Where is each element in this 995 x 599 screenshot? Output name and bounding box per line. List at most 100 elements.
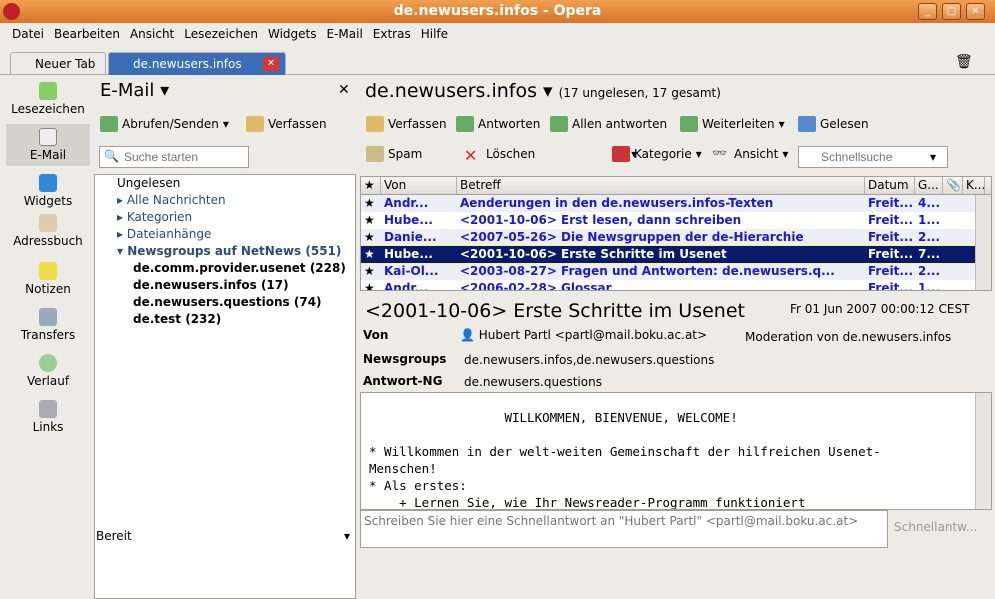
menu-datei[interactable]: Datei (12, 24, 44, 44)
message-list: ★ Von Betreff Datum G... 📎 K... ★ Andr... Aender… (360, 176, 992, 291)
message-row[interactable]: ★ Hube... <2001-10-06> Erst lesen, dann sc… (361, 212, 991, 229)
date: Freit... (868, 247, 914, 261)
sidebar-item-adressbuch[interactable]: Adressbuch (6, 214, 90, 248)
tab-label: Neuer Tab (35, 57, 96, 71)
label-button[interactable]: Kategorie ▾ (612, 146, 702, 162)
sidebar-item-widgets[interactable]: Widgets (6, 174, 90, 208)
quick-search-input[interactable] (798, 146, 948, 168)
message-row[interactable]: ★ Kai-Ol... <2003-08-27> Fragen und Antwor… (361, 263, 991, 280)
column-k[interactable]: K... (963, 177, 985, 194)
reply-all-icon (550, 116, 568, 132)
bookmark-icon (39, 82, 57, 100)
history-icon (39, 354, 57, 372)
status-dropdown[interactable]: Bereit ▾ (96, 529, 354, 547)
menu-bearbeiten[interactable]: Bearbeiten (54, 24, 120, 44)
checkmark-icon (798, 116, 816, 132)
mark-read-button[interactable]: Gelesen (798, 116, 869, 132)
link-icon (39, 400, 57, 418)
newsgroup-item[interactable]: de.comm.provider.usenet (228) (95, 260, 355, 277)
close-tab-icon[interactable]: ✕ (263, 57, 279, 71)
title-bar: de.newusers.infos - Opera (0, 0, 995, 23)
fetch-send-button[interactable]: Abrufen/Senden ▾ (100, 116, 229, 132)
mail-icon (39, 128, 57, 146)
size: 7... (918, 247, 941, 261)
list-scrollbar[interactable] (975, 195, 991, 290)
folder-title[interactable]: de.newusers.infos ▾ (17 ungelesen, 17 ge… (365, 80, 721, 102)
sidebar-item-lesezeichen[interactable]: Lesezeichen (6, 82, 90, 116)
sender: Andr... (384, 196, 429, 210)
column-datum[interactable]: Datum (865, 177, 915, 194)
view-button[interactable]: 👓 Ansicht ▾ (712, 146, 788, 162)
sidebar-item-email[interactable]: E-Mail (6, 124, 90, 166)
sidebar-item-transfers[interactable]: Transfers (6, 308, 90, 342)
email-search-input[interactable] (99, 146, 249, 168)
label: Lesezeichen (11, 102, 85, 116)
email-panel: E-Mail ▾ ✕ Abrufen/Senden ▾ Verfassen 🔍 … (94, 76, 356, 599)
from-label: Von (363, 328, 389, 342)
quick-search-dropdown[interactable]: ▾ (930, 150, 936, 164)
reply-all-button[interactable]: Allen antworten (550, 116, 667, 132)
star-icon: ★ (364, 196, 375, 210)
column-attachment[interactable]: 📎 (943, 177, 963, 194)
compose-icon (246, 116, 264, 132)
message-row[interactable]: ★ Hube... <2001-10-06> Erste Schritte im U… (361, 245, 991, 264)
sender: Kai-Ol... (384, 264, 439, 278)
body-text: WILLKOMMEN, BIENVENUE, WELCOME! * Willko… (369, 410, 881, 510)
subject: <2006-02-28> Glossar (460, 281, 612, 291)
menu-hilfe[interactable]: Hilfe (421, 24, 448, 44)
label: Links (32, 420, 64, 434)
star-icon: ★ (364, 213, 375, 227)
date: Freit... (868, 196, 914, 210)
column-size[interactable]: G... (915, 177, 943, 194)
newsgroup-item[interactable]: de.test (232) (95, 311, 355, 328)
folder-counts: (17 ungelesen, 17 gesamt) (558, 86, 721, 100)
sidebar-item-links[interactable]: Links (6, 400, 90, 434)
followup-value: de.newusers.questions (464, 375, 602, 389)
trash-icon[interactable]: 🗑 (955, 54, 973, 70)
menu-extras[interactable]: Extras (373, 24, 411, 44)
message-row[interactable]: ★ Danie... <2007-05-26> Die Newsgruppen de… (361, 229, 991, 246)
maximize-button[interactable]: □ (942, 3, 961, 20)
spam-icon (366, 146, 384, 162)
contact-icon: 👤 (460, 328, 475, 342)
close-window-button[interactable]: ✕ (966, 3, 985, 20)
forward-button[interactable]: Weiterleiten ▾ (680, 116, 785, 132)
column-star[interactable]: ★ (361, 177, 381, 194)
glasses-icon: 👓 (712, 146, 727, 160)
column-betreff[interactable]: Betreff (457, 177, 865, 194)
column-von[interactable]: Von (381, 177, 457, 194)
body-scrollbar[interactable] (975, 393, 991, 509)
tab-newusers-infos[interactable]: de.newusers.infos ✕ (108, 52, 286, 75)
sidebar-item-notizen[interactable]: Notizen (6, 262, 90, 296)
reply-button[interactable]: Antworten (456, 116, 540, 132)
menu-lesezeichen[interactable]: Lesezeichen (184, 24, 258, 44)
tree-newsgroups[interactable]: ▾ Newsgroups auf NetNews (551) (95, 243, 355, 260)
tree-kategorien[interactable]: ▸ Kategorien (95, 209, 355, 226)
label: Notizen (25, 282, 71, 296)
quick-reply-button[interactable]: Schnellantw... (894, 520, 977, 534)
label: E-Mail (29, 148, 67, 162)
compose-button[interactable]: Verfassen (246, 116, 327, 132)
tree-ungelesen[interactable]: Ungelesen (95, 175, 355, 192)
from-value[interactable]: 👤 Hubert Partl <partl@mail.boku.ac.at> (460, 328, 707, 342)
newsgroup-item[interactable]: de.newusers.questions (74) (95, 294, 355, 311)
message-date: Fr 01 Jun 2007 00:00:12 CEST (790, 302, 970, 316)
message-row[interactable]: ★ Andr... <2006-02-28> Glossar Freit... 1... (361, 280, 991, 291)
menu-email[interactable]: E-Mail (326, 24, 362, 44)
tree-alle-nachrichten[interactable]: ▸ Alle Nachrichten (95, 192, 355, 209)
compose-button[interactable]: Verfassen (366, 116, 447, 132)
newsgroup-item[interactable]: de.newusers.infos (17) (95, 277, 355, 294)
menu-ansicht[interactable]: Ansicht (130, 24, 174, 44)
tab-neuer-tab[interactable]: Neuer Tab (10, 52, 106, 75)
spam-button[interactable]: Spam (366, 146, 422, 162)
tree-dateianhaenge[interactable]: ▸ Dateianhänge (95, 226, 355, 243)
message-body[interactable]: WILLKOMMEN, BIENVENUE, WELCOME! * Willko… (360, 392, 992, 510)
close-panel-icon[interactable]: ✕ (338, 82, 350, 98)
minimize-button[interactable]: _ (918, 3, 937, 20)
opera-logo-icon[interactable] (3, 3, 20, 20)
quick-reply-input[interactable] (360, 510, 888, 548)
menu-widgets[interactable]: Widgets (268, 24, 317, 44)
message-row[interactable]: ★ Andr... Aenderungen in den de.newusers.i… (361, 195, 991, 212)
email-panel-title[interactable]: E-Mail ▾ (100, 80, 169, 101)
sidebar-item-verlauf[interactable]: Verlauf (6, 354, 90, 388)
